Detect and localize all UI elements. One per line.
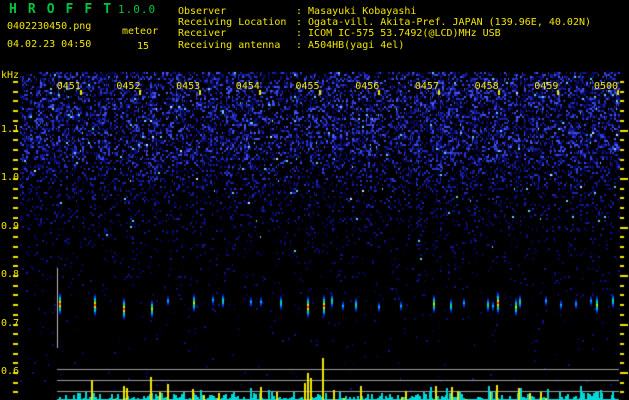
- info-value: : A504HB(yagi 4el): [296, 40, 405, 51]
- info-value: : Ogata-vill. Akita-Pref. JAPAN (139.96E…: [296, 17, 592, 28]
- output-filename: 0402230450.png: [7, 21, 92, 32]
- info-label: Receiver: [178, 28, 227, 39]
- freq-tick-label: 1.0: [1, 172, 20, 183]
- time-tick-label: 0458: [474, 81, 499, 92]
- time-tick-label: 0452: [116, 81, 141, 92]
- info-label: Receiving antenna: [178, 40, 281, 51]
- time-tick-label: 0457: [414, 81, 439, 92]
- freq-tick-label: 1.1: [1, 123, 20, 135]
- mode-label: meteor: [122, 26, 159, 37]
- time-tick-label: 0500: [594, 81, 619, 92]
- info-value: : Masayuki Kobayashi: [296, 6, 417, 17]
- info-value: : ICOM IC-575 53.7492(@LCD)MHz USB: [296, 28, 501, 39]
- freq-axis-unit-label: kHz: [1, 70, 20, 81]
- info-label: Observer: [178, 6, 227, 17]
- hrofft-screen: H R O F F T 1.0.0 0402230450.png meteor …: [0, 0, 629, 400]
- time-tick-label: 0451: [56, 81, 81, 92]
- time-tick-label: 0455: [295, 81, 320, 92]
- station-info-row: Observer : Masayuki Kobayashi: [178, 7, 416, 17]
- time-tick-label: 0456: [355, 81, 380, 92]
- freq-tick-label: 0.6: [1, 366, 20, 377]
- time-tick-label: 0453: [176, 81, 201, 92]
- station-info-row: Receiver : ICOM IC-575 53.7492(@LCD)MHz U…: [178, 29, 501, 39]
- datetime-label: 04.02.23 04:50: [7, 39, 92, 50]
- station-info-row: Receiving antenna : A504HB(yagi 4el): [178, 41, 404, 51]
- freq-tick-label: 0.7: [1, 317, 20, 329]
- time-tick-label: 0459: [534, 81, 559, 92]
- count-value: 15: [137, 41, 150, 52]
- freq-tick-label: 0.8: [1, 269, 20, 280]
- info-label: Receiving Location: [178, 17, 287, 28]
- app-version: 1.0.0: [118, 3, 157, 16]
- freq-tick-label: 0.9: [1, 220, 20, 232]
- app-title: H R O F F T: [9, 2, 113, 17]
- station-info-row: Receiving Location : Ogata-vill. Akita-Pr…: [178, 18, 591, 28]
- spectrogram-canvas: [0, 0, 629, 400]
- time-tick-label: 0454: [235, 81, 260, 92]
